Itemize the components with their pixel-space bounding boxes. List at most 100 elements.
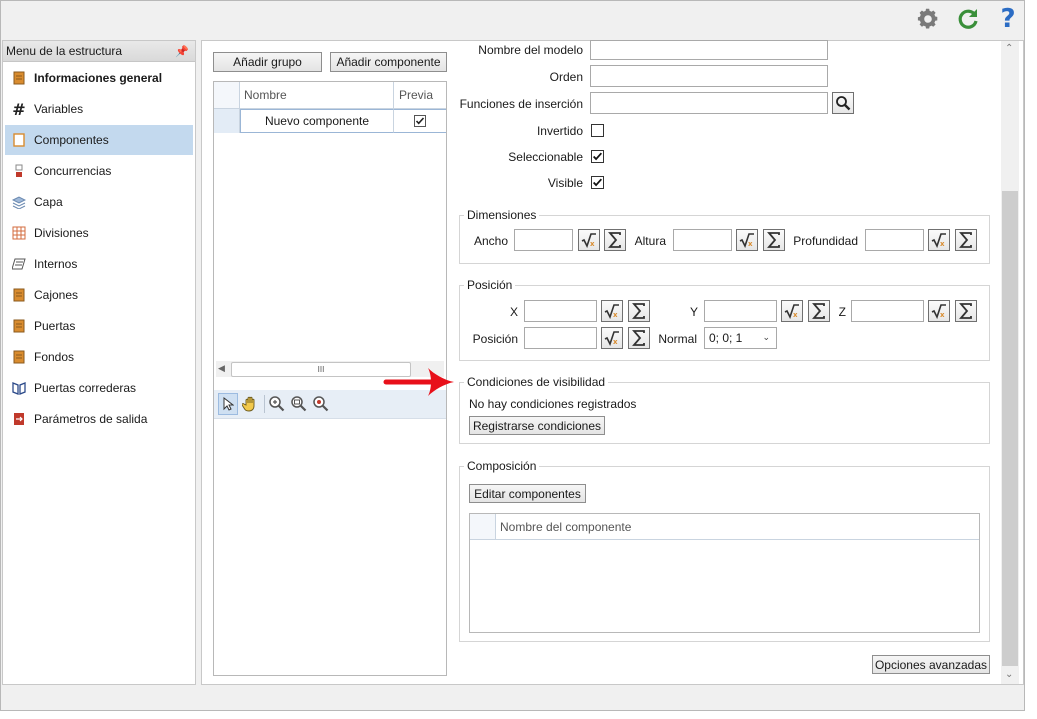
column-header-preview[interactable]: Previa: [394, 82, 446, 109]
inverted-checkbox[interactable]: [591, 124, 604, 137]
y-formula-button[interactable]: x: [781, 300, 803, 322]
pan-hand-icon[interactable]: [241, 394, 261, 414]
y-input[interactable]: [704, 300, 777, 322]
menu-item-label: Componentes: [34, 133, 109, 147]
menu-item-label: Concurrencias: [34, 164, 112, 178]
z-sum-button[interactable]: [955, 300, 977, 322]
scroll-up-icon[interactable]: ⌃: [1005, 43, 1013, 54]
menu-item-puertas-correderas[interactable]: Puertas correderas: [5, 373, 193, 403]
normal-select[interactable]: 0; 0; 1 ⌄: [704, 327, 777, 349]
menu-item-label: Internos: [34, 257, 78, 271]
width-sum-button[interactable]: [604, 229, 626, 251]
menu-item-concurrencias[interactable]: Concurrencias: [5, 156, 193, 186]
model-name-input[interactable]: [590, 40, 828, 60]
depth-sum-button[interactable]: [955, 229, 977, 251]
drawers-icon: [12, 288, 26, 302]
selectable-checkbox[interactable]: [591, 150, 604, 163]
position-input[interactable]: [524, 327, 597, 349]
inverted-label: Invertido: [536, 124, 583, 138]
y-sum-button[interactable]: [808, 300, 830, 322]
zoom-window-icon[interactable]: [290, 395, 308, 413]
depth-input[interactable]: [865, 229, 924, 251]
zoom-extents-icon[interactable]: [268, 395, 286, 413]
menu-item-componentes[interactable]: Componentes: [5, 125, 193, 155]
x-input[interactable]: [524, 300, 597, 322]
register-conditions-button[interactable]: Registrarse condiciones: [469, 416, 605, 435]
sliding-door-icon: [12, 381, 26, 395]
form-vscrollbar[interactable]: ⌃ ⌄: [1001, 41, 1019, 684]
menu-item-puertas[interactable]: Puertas: [5, 311, 193, 341]
formula-sqrt-icon: x: [739, 233, 754, 248]
settings-gear-icon[interactable]: [915, 6, 941, 32]
menu-item-informaciones-general[interactable]: Informaciones general: [5, 63, 193, 93]
menu-item-label: Puertas: [34, 319, 76, 333]
menu-item-internos[interactable]: Internos: [5, 249, 193, 279]
hash-icon: #: [12, 99, 26, 119]
row-selector[interactable]: [214, 109, 240, 133]
refresh-icon[interactable]: [955, 6, 981, 32]
height-sum-button[interactable]: [763, 229, 785, 251]
order-input[interactable]: [590, 65, 828, 87]
column-header-name[interactable]: Nombre: [240, 82, 394, 109]
z-label: Z: [838, 305, 846, 319]
sum-sigma-icon: [959, 303, 972, 319]
edit-components-button[interactable]: Editar componentes: [469, 484, 586, 503]
visible-checkbox[interactable]: [591, 176, 604, 189]
menu-title: Menu de la estructura: [6, 44, 123, 58]
menu-item-label: Fondos: [34, 350, 75, 364]
check-icon: [593, 178, 603, 187]
table-row-name[interactable]: Nuevo componente: [240, 109, 394, 133]
z-formula-button[interactable]: x: [928, 300, 950, 322]
formula-sqrt-icon: x: [931, 233, 946, 248]
menu-item-label: Puertas correderas: [34, 381, 137, 395]
menu-item-fondos[interactable]: Fondos: [5, 342, 193, 372]
menu-item-parámetros-de-salida[interactable]: Parámetros de salida: [5, 404, 193, 434]
back-panel-icon: [12, 350, 26, 364]
sum-sigma-icon: [632, 303, 645, 319]
insert-functions-input[interactable]: [590, 92, 828, 114]
height-input[interactable]: [673, 229, 732, 251]
depth-formula-button[interactable]: x: [928, 229, 950, 251]
x-formula-button[interactable]: x: [601, 300, 623, 322]
toolbar-separator: [264, 395, 265, 413]
zoom-reset-icon[interactable]: [312, 395, 330, 413]
advanced-options-button[interactable]: Opciones avanzadas: [872, 655, 990, 674]
formula-sqrt-icon: x: [784, 304, 799, 319]
grid-icon: [12, 226, 26, 240]
menu-item-label: Capa: [34, 195, 63, 209]
add-component-button[interactable]: Añadir componente: [330, 52, 447, 72]
vscroll-thumb[interactable]: [1002, 191, 1018, 666]
output-icon: [12, 412, 26, 426]
add-group-button[interactable]: Añadir grupo: [213, 52, 322, 72]
select-pointer-icon[interactable]: [218, 393, 238, 415]
help-question-icon[interactable]: ?: [995, 4, 1021, 34]
width-formula-button[interactable]: x: [578, 229, 600, 251]
scroll-down-icon[interactable]: ⌄: [1005, 669, 1013, 680]
position-title: Posición: [464, 278, 516, 292]
position-sum-button[interactable]: [628, 327, 650, 349]
width-label: Ancho: [473, 234, 508, 248]
menu-item-cajones[interactable]: Cajones: [5, 280, 193, 310]
menu-item-label: Parámetros de salida: [34, 412, 148, 426]
grid-corner: [214, 82, 240, 109]
x-sum-button[interactable]: [628, 300, 650, 322]
position-formula-button[interactable]: x: [601, 327, 623, 349]
info-doc-icon: [12, 71, 26, 85]
scroll-left-icon[interactable]: ◀: [218, 363, 225, 374]
preview-checkbox[interactable]: [414, 115, 426, 127]
height-formula-button[interactable]: x: [736, 229, 758, 251]
insert-functions-search-button[interactable]: [832, 92, 854, 114]
sum-sigma-icon: [632, 330, 645, 346]
pin-icon[interactable]: 📌: [175, 45, 189, 58]
width-input[interactable]: [514, 229, 573, 251]
internal-icon: [12, 257, 26, 271]
column-header-component-name[interactable]: Nombre del componente: [496, 514, 979, 540]
menu-item-capa[interactable]: Capa: [5, 187, 193, 217]
table-row-preview[interactable]: [394, 109, 446, 133]
menu-item-label: Variables: [34, 102, 84, 116]
depth-label: Profundidad: [793, 234, 858, 248]
layers-icon: [12, 195, 26, 209]
menu-item-variables[interactable]: # Variables: [5, 94, 193, 124]
menu-item-divisiones[interactable]: Divisiones: [5, 218, 193, 248]
z-input[interactable]: [851, 300, 924, 322]
